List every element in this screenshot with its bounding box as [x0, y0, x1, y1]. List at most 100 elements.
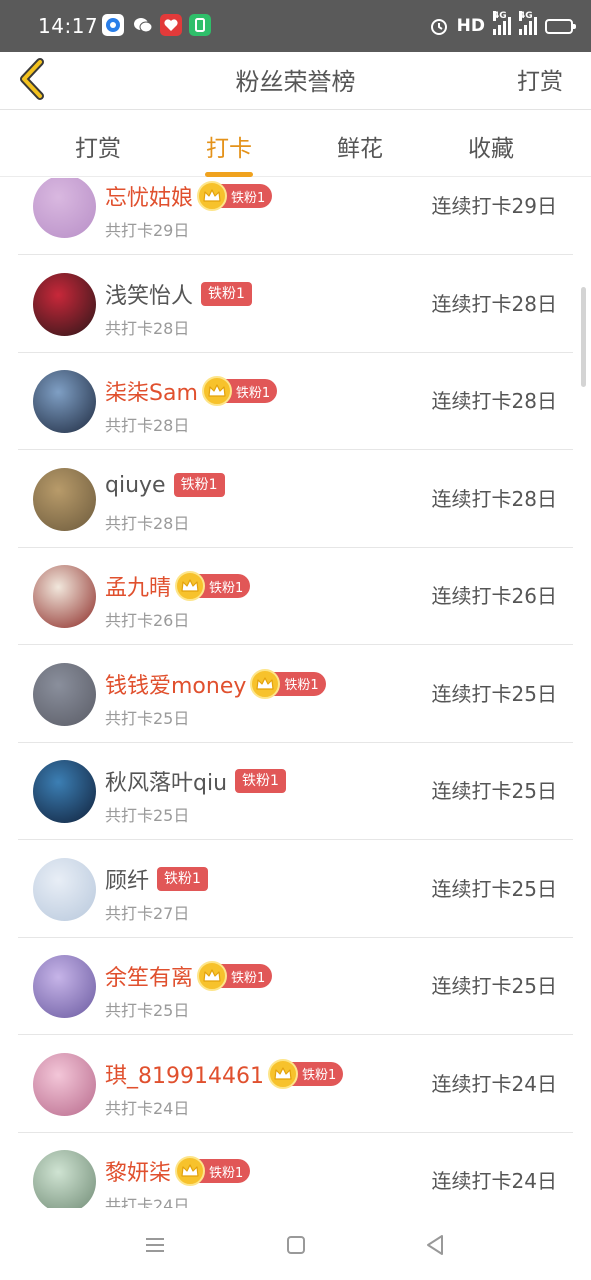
user-name[interactable]: 顾纤 [105, 863, 149, 895]
browser-icon [102, 14, 124, 36]
signal-icon-2: 4G [519, 11, 537, 35]
user-name-line: 秋风落叶qiu 铁粉1 [105, 765, 286, 797]
user-name[interactable]: 钱钱爱money [105, 668, 246, 700]
avatar[interactable] [33, 272, 96, 336]
streak-checkin-days: 连续打卡25日 [431, 876, 557, 901]
tab-reward[interactable]: 打赏 [48, 129, 148, 163]
avatar[interactable] [33, 178, 96, 238]
tab-active-indicator [205, 172, 253, 177]
hd-label: HD [456, 16, 485, 36]
home-icon[interactable] [281, 1230, 311, 1260]
streak-checkin-days: 连续打卡25日 [431, 681, 557, 706]
fan-level-badge: 铁粉1 [267, 1058, 344, 1089]
avatar[interactable] [33, 1052, 96, 1116]
menu-icon[interactable] [140, 1230, 170, 1260]
user-name[interactable]: qiuye [105, 473, 166, 498]
crown-icon [197, 181, 228, 211]
user-name[interactable]: 孟九晴 [105, 570, 171, 602]
list-item[interactable]: 余笙有离 铁粉1 共打卡25日 连续打卡25日 [0, 938, 591, 1035]
crown-icon [201, 376, 232, 406]
user-name-line: 忘忧姑娘 铁粉1 [105, 180, 273, 212]
page-title: 粉丝荣誉榜 [235, 68, 356, 96]
avatar[interactable] [33, 662, 96, 726]
list-item[interactable]: 浅笑怡人 铁粉1 共打卡28日 连续打卡28日 [0, 256, 591, 353]
avatar[interactable] [33, 467, 96, 531]
fan-level-text: 铁粉1 [301, 1068, 337, 1083]
user-name-line: 琪_819914461 铁粉1 [105, 1058, 344, 1090]
total-checkin-days: 共打卡27日 [105, 903, 190, 923]
list-item[interactable]: qiuye 铁粉1 共打卡28日 连续打卡28日 [0, 451, 591, 548]
streak-checkin-days: 连续打卡29日 [431, 194, 557, 218]
tab-favorites[interactable]: 收藏 [441, 129, 541, 163]
user-name-line: 浅笑怡人 铁粉1 [105, 278, 252, 310]
total-checkin-days: 共打卡26日 [105, 611, 190, 630]
fan-level-text: 铁粉1 [284, 678, 319, 693]
status-time: 14:17 [38, 14, 99, 38]
total-checkin-days: 共打卡28日 [105, 318, 190, 338]
avatar[interactable] [33, 955, 96, 1018]
list-item[interactable]: 忘忧姑娘 铁粉1 共打卡29日 连续打卡29日 [0, 178, 591, 255]
total-checkin-days: 共打卡25日 [105, 708, 190, 728]
crown-icon [175, 1156, 206, 1186]
streak-checkin-days: 连续打卡25日 [431, 974, 557, 998]
list-item[interactable]: 孟九晴 铁粉1 共打卡26日 连续打卡26日 [0, 548, 591, 645]
user-name-line: 钱钱爱money 铁粉1 [105, 668, 326, 700]
total-checkin-days: 共打卡25日 [105, 806, 190, 825]
total-checkin-days: 共打卡28日 [105, 513, 190, 533]
total-checkin-days: 共打卡29日 [105, 221, 190, 240]
fan-level-badge: 铁粉1 [175, 571, 251, 601]
back-icon[interactable] [420, 1230, 450, 1260]
user-name[interactable]: 琪_819914461 [105, 1058, 264, 1090]
fan-level-badge: 铁粉1 [201, 281, 252, 306]
total-checkin-days: 共打卡24日 [105, 1098, 190, 1118]
battery-icon [545, 18, 576, 34]
crown-icon [175, 571, 206, 601]
user-name[interactable]: 柒柒Sam [105, 375, 198, 407]
streak-checkin-days: 连续打卡24日 [431, 1071, 557, 1096]
list-item[interactable]: 柒柒Sam 铁粉1 共打卡28日 连续打卡28日 [0, 353, 591, 450]
fan-level-text: 铁粉1 [209, 1165, 244, 1181]
fan-level-badge: 铁粉1 [235, 769, 286, 793]
avatar[interactable] [33, 857, 96, 921]
signal-icon: 4G [493, 11, 511, 35]
avatar[interactable] [33, 370, 96, 433]
fan-level-text: 铁粉1 [209, 580, 244, 596]
streak-checkin-days: 连续打卡28日 [431, 486, 557, 511]
crown-icon [197, 961, 228, 991]
scrollbar[interactable] [581, 287, 586, 387]
checkin-ranking-list[interactable]: 忘忧姑娘 铁粉1 共打卡29日 连续打卡29日 浅笑怡人 铁粉1 共打卡28日 连续打卡28日… [0, 178, 591, 1208]
user-name[interactable]: 余笙有离 [105, 960, 193, 992]
crown-icon [267, 1058, 298, 1089]
top-nav: 粉丝荣誉榜 打赏 [0, 52, 591, 110]
list-item[interactable]: 黎妍柒 铁粉1 共打卡24日 连续打卡24日 [0, 1133, 591, 1208]
user-name[interactable]: 秋风落叶qiu [105, 765, 227, 797]
crown-icon [250, 668, 281, 699]
wechat-icon [132, 14, 154, 36]
avatar[interactable] [33, 1150, 96, 1208]
streak-checkin-days: 连续打卡26日 [431, 584, 557, 608]
list-item[interactable]: 琪_819914461 铁粉1 共打卡24日 连续打卡24日 [0, 1036, 591, 1133]
streak-checkin-days: 连续打卡28日 [431, 389, 557, 413]
user-name[interactable]: 黎妍柒 [105, 1155, 171, 1187]
list-item[interactable]: 顾纤 铁粉1 共打卡27日 连续打卡25日 [0, 841, 591, 938]
user-name-line: 余笙有离 铁粉1 [105, 960, 273, 992]
fan-level-badge: 铁粉1 [250, 668, 326, 699]
avatar[interactable] [33, 565, 96, 628]
user-name-line: 孟九晴 铁粉1 [105, 570, 251, 602]
user-name-line: 顾纤 铁粉1 [105, 863, 208, 895]
tab-checkin[interactable]: 打卡 [179, 129, 279, 177]
status-bar: 14:17 HD 4G 4G [0, 0, 591, 52]
avatar[interactable] [33, 760, 96, 823]
fan-level-badge: 铁粉1 [197, 961, 273, 991]
user-name[interactable]: 浅笑怡人 [105, 278, 193, 310]
user-name[interactable]: 忘忧姑娘 [105, 180, 193, 212]
list-item[interactable]: 秋风落叶qiu 铁粉1 共打卡25日 连续打卡25日 [0, 743, 591, 840]
system-nav-bar [0, 1208, 591, 1280]
reward-button[interactable]: 打赏 [517, 62, 563, 96]
heart-app-icon [160, 14, 182, 36]
list-item[interactable]: 钱钱爱money 铁粉1 共打卡25日 连续打卡25日 [0, 646, 591, 743]
total-checkin-days: 共打卡24日 [105, 1196, 190, 1208]
fan-level-text: 铁粉1 [231, 190, 266, 206]
tab-flowers[interactable]: 鲜花 [310, 129, 410, 163]
tab-bar: 打赏 打卡 鲜花 收藏 [0, 111, 591, 177]
